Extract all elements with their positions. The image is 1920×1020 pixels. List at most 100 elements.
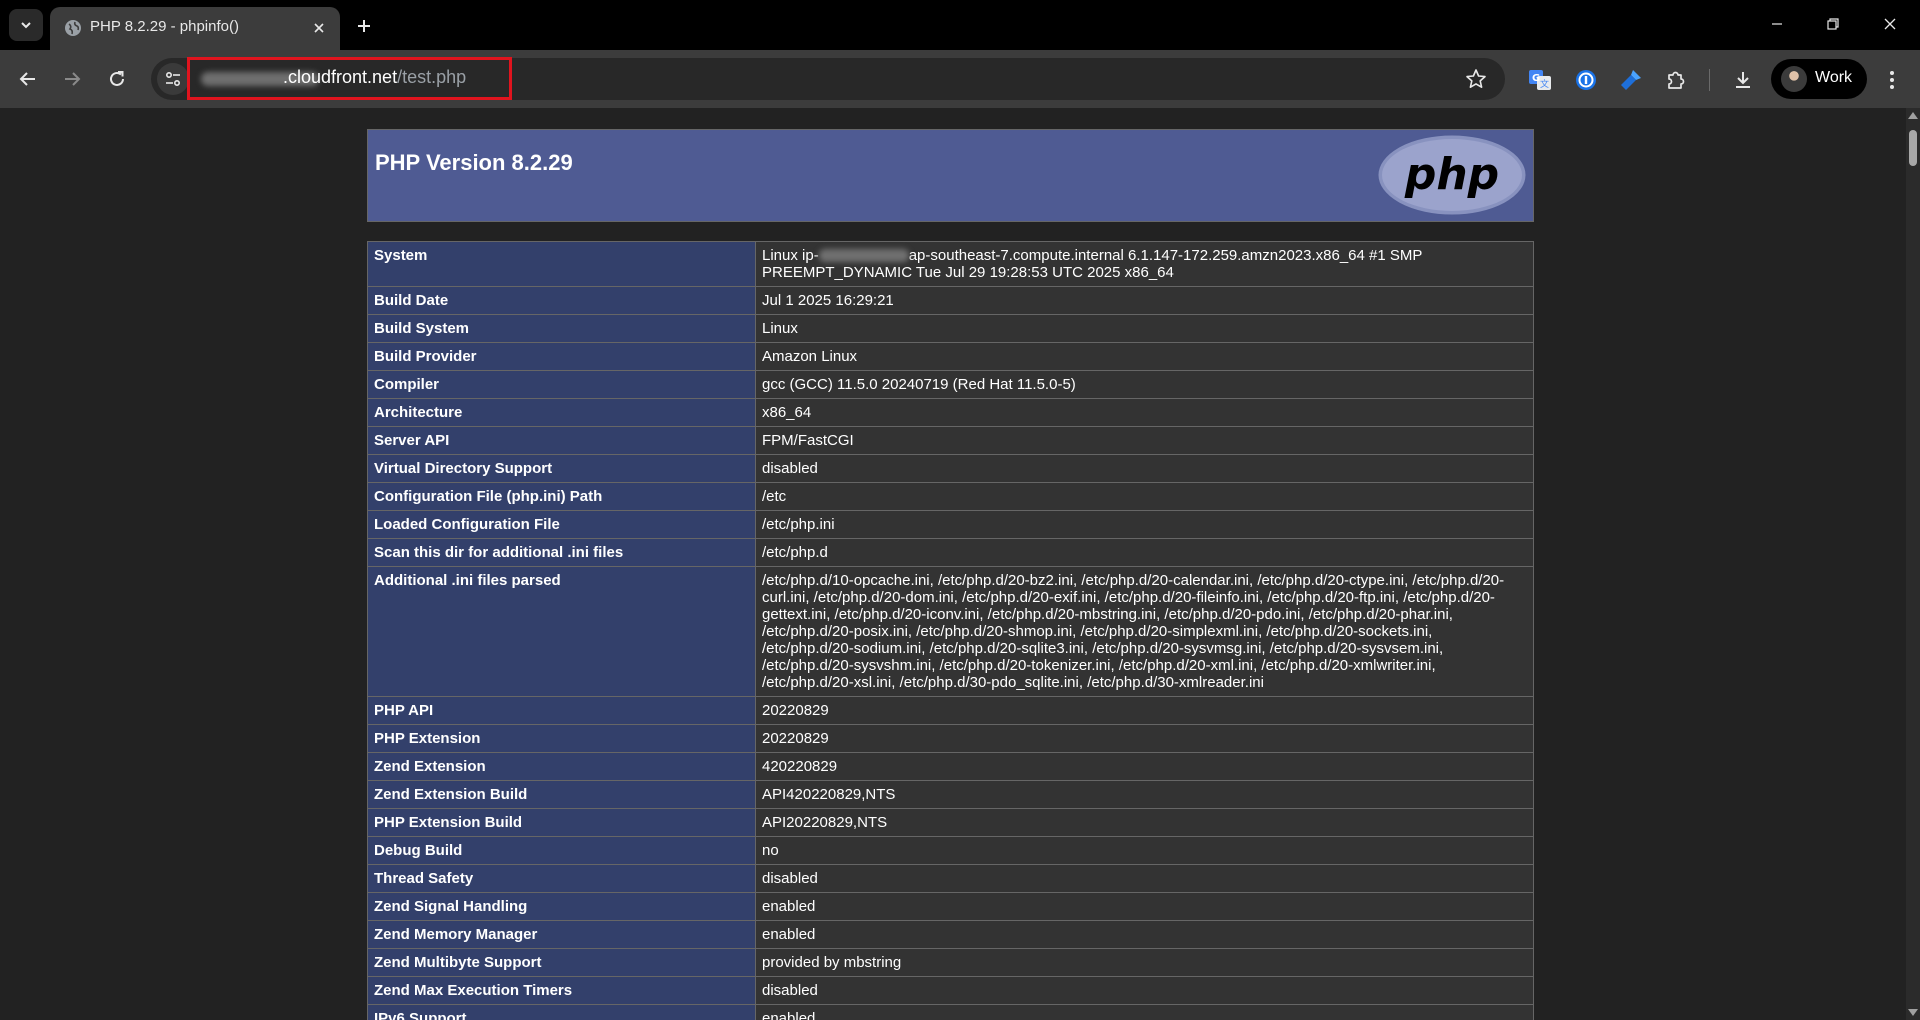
- row-value: /etc/php.ini: [755, 510, 1534, 539]
- row-value: /etc/php.d: [755, 538, 1534, 567]
- password-manager-extension[interactable]: [1572, 66, 1600, 94]
- row-label: Build System: [367, 314, 756, 343]
- back-button[interactable]: [11, 62, 45, 96]
- row-value: x86_64: [755, 398, 1534, 427]
- row-label: Additional .ini files parsed: [367, 566, 756, 697]
- row-label: PHP Extension: [367, 724, 756, 753]
- reload-button[interactable]: [100, 62, 134, 96]
- row-label: PHP Extension Build: [367, 808, 756, 837]
- vertical-scrollbar[interactable]: [1906, 108, 1920, 1020]
- active-tab[interactable]: PHP 8.2.29 - phpinfo(): [50, 7, 340, 50]
- row-value: enabled: [755, 920, 1534, 949]
- row-value: provided by mbstring: [755, 948, 1534, 977]
- tune-icon: [165, 71, 181, 87]
- table-row: Zend Memory Manager enabled: [367, 920, 1534, 949]
- table-row: Virtual Directory Support disabled: [367, 454, 1534, 483]
- row-value: FPM/FastCGI: [755, 426, 1534, 455]
- row-value: API20220829,NTS: [755, 808, 1534, 837]
- row-value: no: [755, 836, 1534, 865]
- tab-search-button[interactable]: [9, 9, 43, 41]
- row-value: gcc (GCC) 11.5.0 20240719 (Red Hat 11.5.…: [755, 370, 1534, 399]
- table-row: Build Provider Amazon Linux: [367, 342, 1534, 371]
- table-row: System Linux ip-ap-southeast-7.compute.in…: [367, 241, 1534, 287]
- forward-button[interactable]: [55, 62, 89, 96]
- row-label: Zend Max Execution Timers: [367, 976, 756, 1005]
- address-bar[interactable]: .cloudfront.net/test.php: [151, 57, 1505, 100]
- profile-label: Work: [1815, 69, 1853, 86]
- toolbar-separator: [1709, 69, 1710, 91]
- table-row: Compiler gcc (GCC) 11.5.0 20240719 (Red H…: [367, 370, 1534, 399]
- table-row: PHP API 20220829: [367, 696, 1534, 725]
- table-row: Build Date Jul 1 2025 16:29:21: [367, 286, 1534, 315]
- table-row: Zend Extension 420220829: [367, 752, 1534, 781]
- page-title: PHP Version 8.2.29: [375, 150, 573, 175]
- row-label: Zend Extension: [367, 752, 756, 781]
- dev-tool-extension[interactable]: [1617, 66, 1645, 94]
- row-label: Zend Memory Manager: [367, 920, 756, 949]
- row-value: Linux: [755, 314, 1534, 343]
- restore-button[interactable]: [1813, 8, 1853, 40]
- row-label: Build Provider: [367, 342, 756, 371]
- row-label: Zend Signal Handling: [367, 892, 756, 921]
- row-value: Linux ip-ap-southeast-7.compute.internal…: [755, 241, 1534, 287]
- table-row: IPv6 Support enabled: [367, 1004, 1534, 1020]
- extensions-button[interactable]: [1662, 66, 1690, 94]
- close-window-button[interactable]: [1870, 8, 1910, 40]
- row-label: Loaded Configuration File: [367, 510, 756, 539]
- row-value: API420220829,NTS: [755, 780, 1534, 809]
- row-value: disabled: [755, 454, 1534, 483]
- tab-title: PHP 8.2.29 - phpinfo(): [90, 18, 239, 35]
- row-value: Amazon Linux: [755, 342, 1534, 371]
- row-label: Configuration File (php.ini) Path: [367, 482, 756, 511]
- row-label: Zend Extension Build: [367, 780, 756, 809]
- row-value: 20220829: [755, 696, 1534, 725]
- password-manager-icon: [1576, 70, 1596, 90]
- row-value: disabled: [755, 976, 1534, 1005]
- row-value: disabled: [755, 864, 1534, 893]
- svg-text:G: G: [1532, 73, 1540, 84]
- table-row: PHP Extension 20220829: [367, 724, 1534, 753]
- scroll-up-arrow[interactable]: [1908, 112, 1918, 119]
- row-value: 20220829: [755, 724, 1534, 753]
- svg-text:php: php: [1404, 149, 1499, 200]
- table-row: Scan this dir for additional .ini files /…: [367, 538, 1534, 567]
- star-icon[interactable]: [1465, 68, 1487, 90]
- table-row: PHP Extension Build API20220829,NTS: [367, 808, 1534, 837]
- translate-extension[interactable]: G文: [1526, 66, 1554, 94]
- table-row: Zend Multibyte Support provided by mbstri…: [367, 948, 1534, 977]
- scroll-thumb[interactable]: [1909, 130, 1917, 166]
- browser-menu-button[interactable]: [1878, 66, 1906, 94]
- table-row: Thread Safety disabled: [367, 864, 1534, 893]
- table-row: Configuration File (php.ini) Path/etc: [367, 482, 1534, 511]
- url-text[interactable]: .cloudfront.net/test.php: [283, 67, 466, 88]
- row-label: Zend Multibyte Support: [367, 948, 756, 977]
- phpinfo-table: System Linux ip-ap-southeast-7.compute.in…: [367, 241, 1534, 1020]
- redacted-hostname: [818, 249, 909, 262]
- table-row: Loaded Configuration File/etc/php.ini: [367, 510, 1534, 539]
- dev-tool-icon: [1621, 70, 1641, 90]
- site-info-button[interactable]: [157, 63, 189, 95]
- new-tab-button[interactable]: [350, 12, 378, 40]
- row-label: Compiler: [367, 370, 756, 399]
- table-row: Server API FPM/FastCGI: [367, 426, 1534, 455]
- row-label: Virtual Directory Support: [367, 454, 756, 483]
- row-value: enabled: [755, 892, 1534, 921]
- page-viewport: PHP Version 8.2.29 php System Linux ip-ap…: [0, 108, 1906, 1020]
- minimize-button[interactable]: [1757, 8, 1797, 40]
- downloads-button[interactable]: [1729, 66, 1757, 94]
- row-label: Thread Safety: [367, 864, 756, 893]
- close-icon: [314, 23, 324, 33]
- table-row: Debug Build no: [367, 836, 1534, 865]
- row-label: PHP API: [367, 696, 756, 725]
- url-host: .cloudfront.net: [283, 67, 398, 87]
- row-label: Debug Build: [367, 836, 756, 865]
- row-value: enabled: [755, 1004, 1534, 1020]
- chevron-down-icon: [21, 22, 31, 29]
- row-value: 420220829: [755, 752, 1534, 781]
- row-value: /etc: [755, 482, 1534, 511]
- tab-close-button[interactable]: [308, 17, 330, 39]
- profile-button[interactable]: Work: [1771, 59, 1867, 99]
- scroll-down-arrow[interactable]: [1908, 1009, 1918, 1016]
- minimize-icon: [1772, 23, 1782, 25]
- table-row: Zend Signal Handling enabled: [367, 892, 1534, 921]
